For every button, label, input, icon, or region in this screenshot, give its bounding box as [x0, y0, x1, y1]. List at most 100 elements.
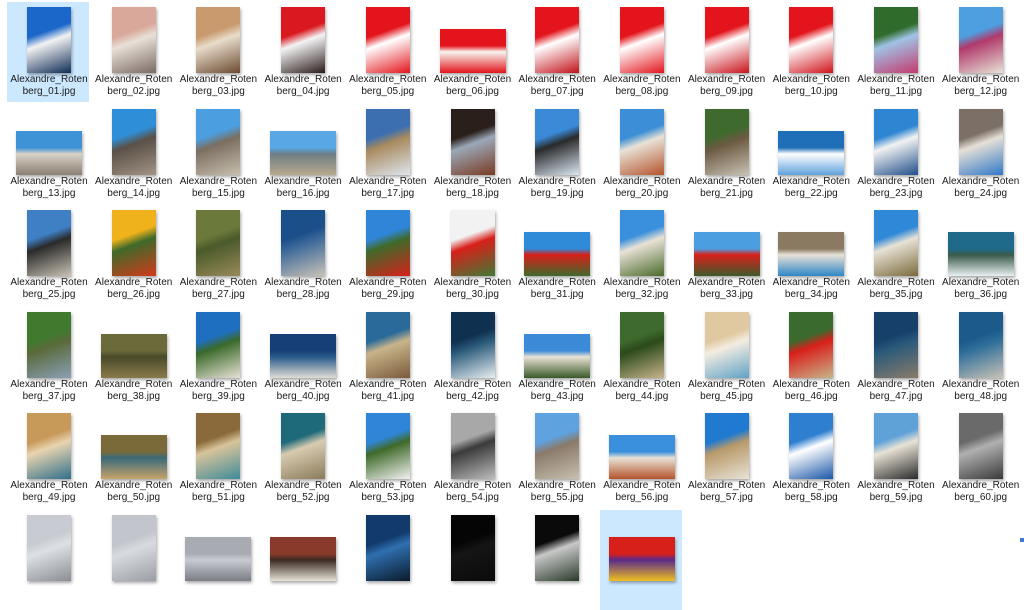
thumbnail-frame [262, 208, 344, 277]
file-item[interactable]: Alexandre_Roten berg_12.jpg [939, 2, 1021, 102]
image-thumbnail [27, 7, 71, 73]
file-item[interactable]: Alexandre_Roten berg_17.jpg [346, 104, 428, 204]
thumbnail-frame [770, 208, 852, 277]
file-item[interactable]: Alexandre_Roten berg_10.jpg [769, 2, 851, 102]
file-item[interactable]: Alexandre_Roten berg_09.jpg [685, 2, 767, 102]
file-item[interactable]: Alexandre_Roten berg_11.jpg [854, 2, 936, 102]
file-item[interactable]: Alexandre_Roten berg_46.jpg [769, 307, 851, 407]
file-item[interactable] [346, 510, 428, 610]
file-name-line-1: Alexandre_Roten [772, 378, 850, 390]
image-thumbnail [704, 413, 749, 480]
file-item[interactable]: Alexandre_Roten berg_23.jpg [854, 104, 936, 204]
file-item[interactable]: Alexandre_Roten berg_41.jpg [346, 307, 428, 407]
file-item[interactable] [261, 510, 343, 610]
file-name-line-1: Alexandre_Roten [264, 277, 342, 289]
file-item[interactable] [431, 510, 513, 610]
file-item[interactable]: Alexandre_Roten berg_44.jpg [600, 307, 682, 407]
file-name-label: Alexandre_Roten berg_25.jpg [8, 277, 90, 301]
file-item[interactable]: Alexandre_Roten berg_32.jpg [600, 205, 682, 305]
file-item[interactable]: Alexandre_Roten berg_33.jpg [685, 205, 767, 305]
file-item[interactable]: Alexandre_Roten berg_05.jpg [346, 2, 428, 102]
file-item[interactable]: Alexandre_Roten berg_24.jpg [939, 104, 1021, 204]
file-item[interactable]: Alexandre_Roten berg_49.jpg [7, 408, 89, 508]
file-item[interactable]: Alexandre_Roten berg_48.jpg [939, 307, 1021, 407]
file-item[interactable]: Alexandre_Roten berg_20.jpg [600, 104, 682, 204]
file-name-line-2: berg_29.jpg [361, 289, 415, 301]
file-item[interactable]: Alexandre_Roten berg_15.jpg [176, 104, 258, 204]
file-name-line-1: Alexandre_Roten [95, 175, 173, 187]
file-item[interactable] [92, 510, 174, 610]
file-name-label: Alexandre_Roten berg_40.jpg [262, 379, 344, 403]
file-name-line-2: berg_16.jpg [276, 187, 330, 199]
file-item[interactable]: Alexandre_Roten berg_04.jpg [261, 2, 343, 102]
file-item[interactable]: Alexandre_Roten berg_57.jpg [685, 408, 767, 508]
file-name-label: Alexandre_Roten berg_36.jpg [940, 277, 1022, 301]
file-item[interactable]: Alexandre_Roten berg_28.jpg [261, 205, 343, 305]
file-item[interactable] [599, 510, 682, 610]
file-name-label: Alexandre_Roten berg_07.jpg [516, 74, 598, 98]
file-item[interactable]: Alexandre_Roten berg_47.jpg [854, 307, 936, 407]
file-item[interactable]: Alexandre_Roten berg_18.jpg [431, 104, 513, 204]
file-item[interactable]: Alexandre_Roten berg_03.jpg [176, 2, 258, 102]
file-item[interactable]: Alexandre_Roten berg_54.jpg [431, 408, 513, 508]
thumbnail-frame [8, 310, 90, 378]
file-name-label: Alexandre_Roten berg_28.jpg [262, 277, 344, 301]
file-item[interactable]: Alexandre_Roten berg_02.jpg [92, 2, 174, 102]
file-name-line-2: berg_48.jpg [954, 390, 1008, 402]
file-item[interactable]: Alexandre_Roten berg_40.jpg [261, 307, 343, 407]
file-item[interactable]: Alexandre_Roten berg_19.jpg [515, 104, 597, 204]
thumbnail-frame [347, 5, 429, 73]
file-item[interactable]: Alexandre_Roten berg_29.jpg [346, 205, 428, 305]
file-item[interactable]: Alexandre_Roten berg_22.jpg [769, 104, 851, 204]
file-item[interactable]: Alexandre_Roten berg_34.jpg [769, 205, 851, 305]
file-item[interactable]: Alexandre_Roten berg_25.jpg [7, 205, 89, 305]
file-item[interactable]: Alexandre_Roten berg_42.jpg [431, 307, 513, 407]
file-item[interactable]: Alexandre_Roten berg_52.jpg [261, 408, 343, 508]
file-name-line-1: Alexandre_Roten [433, 175, 512, 187]
file-item[interactable]: Alexandre_Roten berg_43.jpg [515, 307, 597, 407]
file-name-line-1: Alexandre_Roten [772, 277, 850, 289]
file-item[interactable]: Alexandre_Roten berg_59.jpg [854, 408, 936, 508]
file-item[interactable]: Alexandre_Roten berg_31.jpg [515, 205, 597, 305]
file-item[interactable]: Alexandre_Roten berg_27.jpg [176, 205, 258, 305]
file-item[interactable]: Alexandre_Roten berg_56.jpg [600, 408, 682, 508]
image-thumbnail [196, 108, 241, 175]
file-item[interactable]: Alexandre_Roten berg_37.jpg [7, 307, 89, 407]
file-item[interactable]: Alexandre_Roten berg_51.jpg [176, 408, 258, 508]
file-item[interactable]: Alexandre_Roten berg_60.jpg [939, 408, 1021, 508]
file-item[interactable]: Alexandre_Roten berg_30.jpg [431, 205, 513, 305]
file-item[interactable]: Alexandre_Roten berg_35.jpg [854, 205, 936, 305]
file-name-line-2: berg_52.jpg [276, 492, 330, 504]
file-item[interactable]: Alexandre_Roten berg_50.jpg [92, 408, 174, 508]
file-name-line-1: Alexandre_Roten [772, 74, 850, 85]
file-name-line-2: berg_05.jpg [361, 86, 415, 97]
file-name-line-1: Alexandre_Roten [687, 378, 766, 390]
image-thumbnail [874, 108, 918, 175]
file-item[interactable]: Alexandre_Roten berg_21.jpg [685, 104, 767, 204]
file-item[interactable]: Alexandre_Roten berg_06.jpg [431, 2, 513, 102]
file-name-label: Alexandre_Roten berg_60.jpg [940, 480, 1022, 504]
thumbnail-frame [8, 208, 90, 277]
file-name-label: Alexandre_Roten berg_52.jpg [262, 480, 344, 504]
file-item[interactable]: Alexandre_Roten berg_53.jpg [346, 408, 428, 508]
file-item[interactable]: Alexandre_Roten berg_14.jpg [92, 104, 174, 204]
file-item[interactable]: Alexandre_Roten berg_58.jpg [769, 408, 851, 508]
file-item[interactable] [176, 510, 258, 610]
file-item[interactable]: Alexandre_Roten berg_55.jpg [515, 408, 597, 508]
file-item[interactable]: Alexandre_Roten berg_38.jpg [92, 307, 174, 407]
file-item[interactable]: Alexandre_Roten berg_01.jpg [7, 2, 89, 102]
file-item[interactable]: Alexandre_Roten berg_13.jpg [7, 104, 89, 204]
file-item[interactable] [515, 510, 597, 610]
file-item[interactable]: Alexandre_Roten berg_36.jpg [939, 205, 1021, 305]
file-item[interactable]: Alexandre_Roten berg_08.jpg [600, 2, 682, 102]
file-item[interactable]: Alexandre_Roten berg_45.jpg [685, 307, 767, 407]
file-item[interactable]: Alexandre_Roten berg_07.jpg [515, 2, 597, 102]
file-name-line-1: Alexandre_Roten [349, 378, 427, 390]
file-item[interactable]: Alexandre_Roten berg_39.jpg [176, 307, 258, 407]
file-item[interactable] [7, 510, 89, 610]
image-thumbnail [281, 7, 326, 73]
file-name-line-1: Alexandre_Roten [10, 480, 88, 492]
file-item[interactable]: Alexandre_Roten berg_16.jpg [261, 104, 343, 204]
file-name-label: Alexandre_Roten berg_14.jpg [93, 176, 175, 200]
file-item[interactable]: Alexandre_Roten berg_26.jpg [92, 205, 174, 305]
